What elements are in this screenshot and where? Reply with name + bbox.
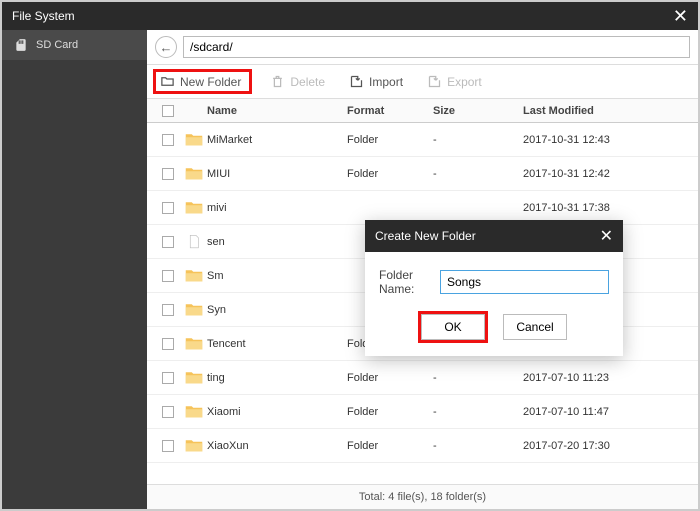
close-icon[interactable]: ✕ [673,6,688,27]
folder-icon [181,132,207,147]
arrow-left-icon: ← [160,40,173,55]
table-header: Name Format Size Last Modified [147,99,698,123]
row-name: ting [207,372,347,384]
row-name: Sm [207,270,347,282]
back-button[interactable]: ← [155,36,177,58]
row-checkbox[interactable] [162,168,174,180]
row-checkbox[interactable] [162,202,174,214]
row-size: - [433,372,523,384]
folder-icon [181,200,207,215]
folder-plus-icon [160,74,175,89]
sd-card-icon [14,38,28,52]
row-name: Tencent [207,338,347,350]
folder-icon [181,302,207,317]
row-name: XiaoXun [207,440,347,452]
export-icon [427,74,442,89]
folder-icon [181,166,207,181]
row-modified: 2017-07-10 11:47 [523,406,690,418]
import-label: Import [369,75,403,89]
file-icon [181,234,207,249]
folder-icon [181,268,207,283]
col-last-modified[interactable]: Last Modified [523,105,690,117]
table-row[interactable]: MiMarketFolder-2017-10-31 12:43 [147,123,698,157]
row-modified: 2017-10-31 17:38 [523,202,690,214]
row-checkbox[interactable] [162,270,174,282]
import-icon [349,74,364,89]
folder-name-input[interactable] [440,270,609,294]
folder-icon [181,370,207,385]
window-title: File System [12,9,75,23]
row-name: MiMarket [207,134,347,146]
row-size: - [433,406,523,418]
row-name: sen [207,236,347,248]
new-folder-button[interactable]: New Folder [153,69,252,94]
col-size[interactable]: Size [433,105,523,117]
delete-button: Delete [264,71,331,92]
dialog-title: Create New Folder [375,229,476,243]
row-checkbox[interactable] [162,440,174,452]
row-name: MIUI [207,168,347,180]
trash-icon [270,74,285,89]
close-icon[interactable]: ✕ [600,226,613,246]
row-size: - [433,168,523,180]
row-modified: 2017-10-31 12:43 [523,134,690,146]
row-format: Folder [347,134,433,146]
export-button: Export [421,71,488,92]
row-modified: 2017-07-10 11:23 [523,372,690,384]
sidebar-item-label: SD Card [36,39,78,51]
col-name[interactable]: Name [207,105,347,117]
row-format: Folder [347,406,433,418]
sidebar-item-sdcard[interactable]: SD Card [2,30,147,60]
folder-icon [181,404,207,419]
dialog-title-bar: Create New Folder ✕ [365,220,623,252]
col-format[interactable]: Format [347,105,433,117]
table-row[interactable]: XiaoXunFolder-2017-07-20 17:30 [147,429,698,463]
row-name: mivi [207,202,347,214]
table-row[interactable]: XiaomiFolder-2017-07-10 11:47 [147,395,698,429]
cancel-button[interactable]: Cancel [503,314,567,340]
row-checkbox[interactable] [162,236,174,248]
folder-icon [181,336,207,351]
select-all-checkbox[interactable] [162,105,174,117]
row-format: Folder [347,168,433,180]
row-format: Folder [347,440,433,452]
row-checkbox[interactable] [162,372,174,384]
table-row[interactable]: MIUIFolder-2017-10-31 12:42 [147,157,698,191]
row-checkbox[interactable] [162,338,174,350]
row-size: - [433,134,523,146]
import-button[interactable]: Import [343,71,409,92]
folder-name-label: Folder Name: [379,268,430,296]
row-modified: 2017-10-31 12:42 [523,168,690,180]
row-checkbox[interactable] [162,304,174,316]
toolbar: New Folder Delete Import Export [147,65,698,99]
row-name: Xiaomi [207,406,347,418]
status-bar: Total: 4 file(s), 18 folder(s) [147,484,698,509]
row-size: - [433,440,523,452]
row-format: Folder [347,372,433,384]
sidebar: SD Card [2,30,147,509]
folder-icon [181,438,207,453]
title-bar: File System ✕ [2,2,698,30]
delete-label: Delete [290,75,325,89]
path-input[interactable] [183,36,690,58]
table-row[interactable]: tingFolder-2017-07-10 11:23 [147,361,698,395]
row-checkbox[interactable] [162,406,174,418]
row-name: Syn [207,304,347,316]
ok-button[interactable]: OK [421,314,485,340]
export-label: Export [447,75,482,89]
row-checkbox[interactable] [162,134,174,146]
create-folder-dialog: Create New Folder ✕ Folder Name: OK Canc… [365,220,623,356]
new-folder-label: New Folder [180,75,241,89]
path-bar: ← [147,30,698,65]
row-modified: 2017-07-20 17:30 [523,440,690,452]
